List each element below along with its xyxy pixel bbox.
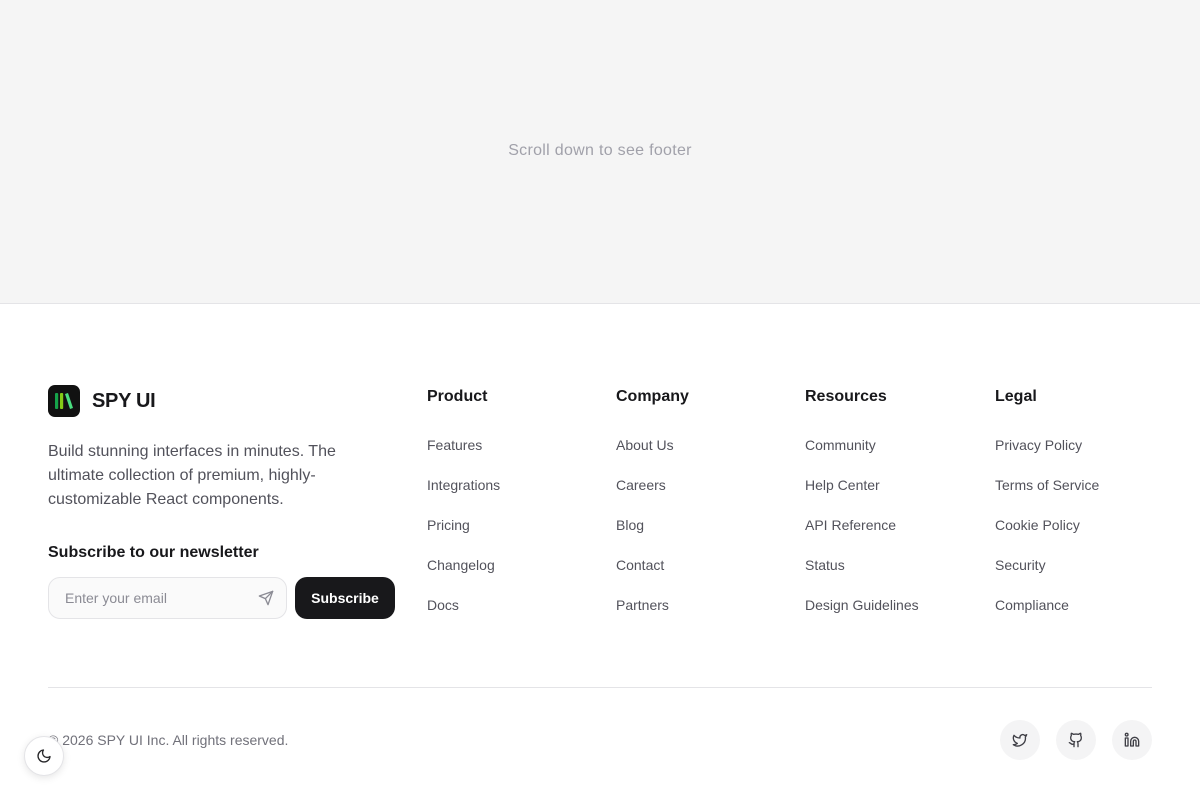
site-footer: SPY UI Build stunning interfaces in minu… [0,305,1200,800]
footer-divider [48,687,1152,688]
footer-link-contact[interactable]: Contact [616,556,664,574]
list-item: About Us [616,436,786,476]
list-item: Pricing [427,516,597,556]
footer-link-compliance[interactable]: Compliance [995,596,1069,614]
newsletter-form: Subscribe [48,577,398,619]
footer-link-features[interactable]: Features [427,436,482,454]
email-field-wrapper [48,577,287,619]
email-input[interactable] [65,590,258,606]
footer-column-product: Product Features Integrations Pricing Ch… [427,387,597,636]
github-icon [1068,732,1084,748]
footer-link-privacy-policy[interactable]: Privacy Policy [995,436,1082,454]
list-item: Privacy Policy [995,436,1165,476]
footer-link-community[interactable]: Community [805,436,876,454]
link-list: About Us Careers Blog Contact Partners [616,436,786,636]
link-list: Community Help Center API Reference Stat… [805,436,975,636]
footer-link-design-guidelines[interactable]: Design Guidelines [805,596,919,614]
list-item: Integrations [427,476,597,516]
column-title: Resources [805,388,887,405]
footer-column-company: Company About Us Careers Blog Contact Pa… [616,387,786,636]
list-item: Status [805,556,975,596]
footer-link-changelog[interactable]: Changelog [427,556,495,574]
brand-description: Build stunning interfaces in minutes. Th… [48,443,336,508]
list-item: Changelog [427,556,597,596]
scroll-hint: Scroll down to see footer [508,141,692,159]
moon-icon [36,748,52,764]
link-list: Privacy Policy Terms of Service Cookie P… [995,436,1165,636]
link-list: Features Integrations Pricing Changelog … [427,436,597,636]
list-item: Features [427,436,597,476]
theme-toggle-button[interactable] [24,736,64,776]
footer-link-blog[interactable]: Blog [616,516,644,534]
send-icon[interactable] [258,590,274,606]
footer-link-docs[interactable]: Docs [427,596,459,614]
logo-icon [48,385,80,417]
footer-link-security[interactable]: Security [995,556,1046,574]
newsletter-title: Subscribe to our newsletter [48,544,259,561]
footer-link-pricing[interactable]: Pricing [427,516,470,534]
brand-name: SPY UI [92,389,156,412]
footer-link-about-us[interactable]: About Us [616,436,674,454]
list-item: Partners [616,596,786,636]
footer-link-status[interactable]: Status [805,556,845,574]
footer-link-integrations[interactable]: Integrations [427,476,500,494]
list-item: Careers [616,476,786,516]
list-item: Help Center [805,476,975,516]
footer-link-api-reference[interactable]: API Reference [805,516,896,534]
list-item: API Reference [805,516,975,556]
brand-column: SPY UI Build stunning interfaces in minu… [48,385,398,619]
list-item: Cookie Policy [995,516,1165,556]
hero-section: Scroll down to see footer [0,0,1200,304]
list-item: Contact [616,556,786,596]
list-item: Community [805,436,975,476]
footer-link-partners[interactable]: Partners [616,596,669,614]
social-links [1000,720,1152,760]
footer-column-resources: Resources Community Help Center API Refe… [805,387,975,636]
list-item: Design Guidelines [805,596,975,636]
linkedin-link[interactable] [1112,720,1152,760]
github-link[interactable] [1056,720,1096,760]
subscribe-button[interactable]: Subscribe [295,577,395,619]
twitter-icon [1012,732,1028,748]
footer-link-help-center[interactable]: Help Center [805,476,880,494]
twitter-link[interactable] [1000,720,1040,760]
list-item: Compliance [995,596,1165,636]
list-item: Blog [616,516,786,556]
column-title: Legal [995,388,1037,405]
column-title: Product [427,388,488,405]
list-item: Terms of Service [995,476,1165,516]
copyright-text: © 2026 SPY UI Inc. All rights reserved. [48,732,289,748]
linkedin-icon [1124,732,1140,748]
column-title: Company [616,388,689,405]
list-item: Docs [427,596,597,636]
list-item: Security [995,556,1165,596]
footer-link-terms-of-service[interactable]: Terms of Service [995,476,1099,494]
footer-link-careers[interactable]: Careers [616,476,666,494]
footer-link-cookie-policy[interactable]: Cookie Policy [995,516,1080,534]
brand-logo-link[interactable]: SPY UI [48,385,398,417]
footer-column-legal: Legal Privacy Policy Terms of Service Co… [995,387,1165,636]
